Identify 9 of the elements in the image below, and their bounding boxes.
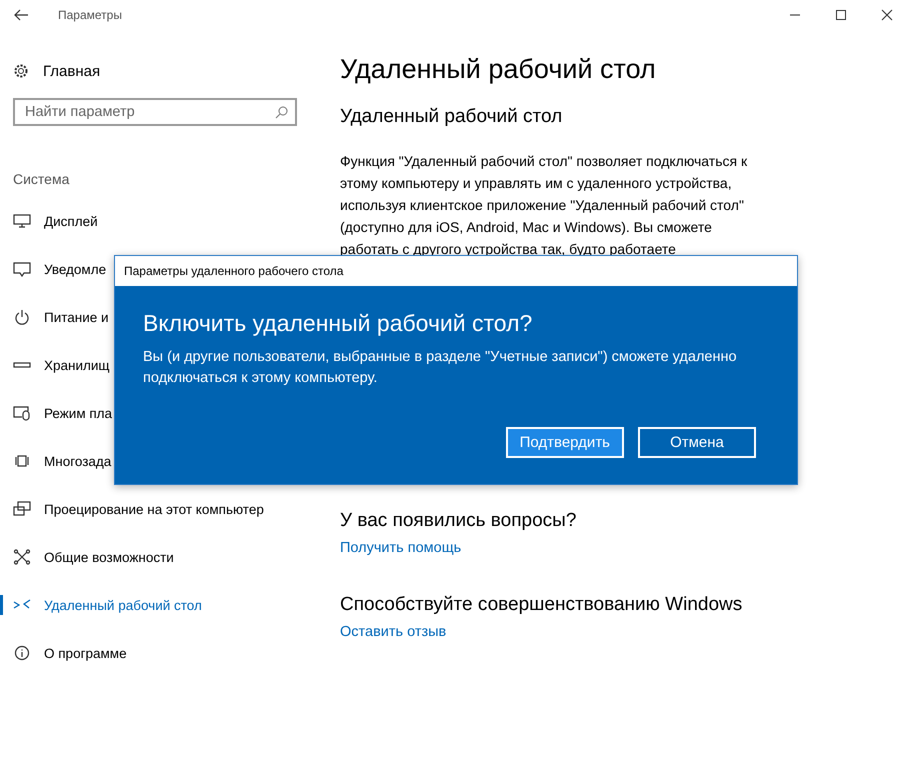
dialog-message: Вы (и другие пользователи, выбранные в разделе "Учетные записи") сможете удаленно подключаться к этому компьютеру. <box>143 348 738 388</box>
page-title: Удаленный рабочий стол <box>340 54 657 86</box>
section-title: Удаленный рабочий стол <box>340 106 564 128</box>
section-heading: Система <box>12 170 70 189</box>
section-heading: У вас появились вопросы? <box>340 510 578 532</box>
section-heading: Способствуйте совершенствованию Windows <box>340 594 744 616</box>
dialog-heading: Включить удаленный рабочий стол? <box>143 310 534 337</box>
window-title: Параметры <box>58 8 122 22</box>
dialog-title: Параметры удаленного рабочего стола <box>115 256 797 286</box>
